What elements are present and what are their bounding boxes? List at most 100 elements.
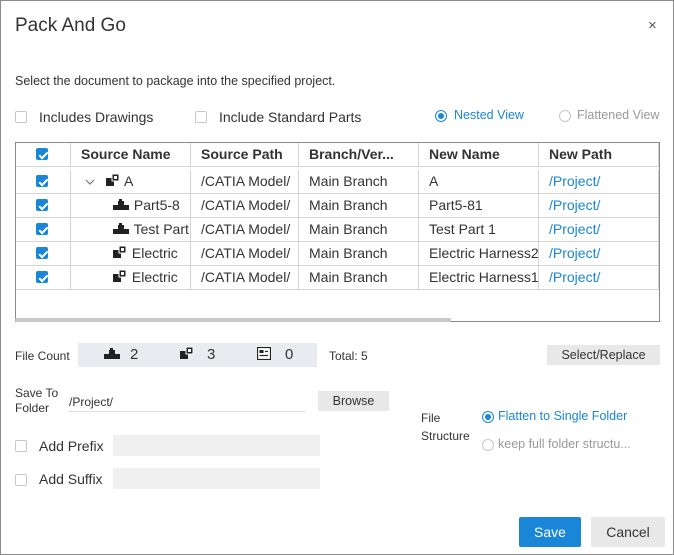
keep-folder-structure-label[interactable]: keep full folder structu...	[498, 437, 631, 451]
row-checkbox[interactable]	[36, 271, 48, 283]
save-to-label-line1: Save To	[15, 386, 59, 400]
browse-button[interactable]: Browse	[318, 391, 389, 411]
row-checkbox[interactable]	[36, 199, 48, 211]
source-name-cell: Electric	[71, 266, 191, 289]
source-name-text: Electric	[131, 245, 178, 261]
select-all-checkbox[interactable]	[36, 148, 48, 160]
row-select-cell	[16, 266, 71, 289]
chevron-down-icon[interactable]	[85, 171, 95, 193]
branch-cell: Main Branch	[299, 242, 419, 265]
pack-and-go-dialog: Pack And Go × Select the document to pac…	[0, 0, 674, 555]
new-path-link[interactable]: /Project/	[539, 266, 659, 289]
new-name-cell[interactable]: Test Part 1	[419, 218, 539, 241]
table-row[interactable]: A /CATIA Model/ Main Branch A /Project/	[16, 170, 659, 194]
save-button[interactable]: Save	[519, 517, 581, 547]
column-source-path[interactable]: Source Path	[191, 143, 299, 166]
new-name-cell[interactable]: Part5-81	[419, 194, 539, 217]
branch-cell: Main Branch	[299, 218, 419, 241]
file-structure-label-line2: Structure	[421, 429, 470, 443]
include-standard-parts-label: Include Standard Parts	[219, 109, 362, 125]
row-select-cell	[16, 170, 71, 193]
new-path-link[interactable]: /Project/	[539, 218, 659, 241]
add-suffix-label: Add Suffix	[39, 471, 103, 487]
table-row[interactable]: Part5-8 /CATIA Model/ Main Branch Part5-…	[16, 194, 659, 218]
nested-view-label[interactable]: Nested View	[454, 108, 524, 122]
column-source-name[interactable]: Source Name	[71, 143, 191, 166]
source-name-cell: Electric	[71, 242, 191, 265]
new-path-link[interactable]: /Project/	[539, 194, 659, 217]
row-checkbox[interactable]	[36, 223, 48, 235]
add-prefix-label: Add Prefix	[39, 438, 104, 454]
part-icon	[112, 219, 130, 241]
column-new-name[interactable]: New Name	[419, 143, 539, 166]
drawings-count: 0	[285, 346, 294, 363]
includes-drawings-checkbox[interactable]	[15, 111, 27, 123]
close-icon[interactable]: ×	[648, 17, 657, 34]
table-row[interactable]: Electric /CATIA Model/ Main Branch Elect…	[16, 242, 659, 266]
table-header: Source Name Source Path Branch/Ver... Ne…	[16, 143, 659, 167]
dialog-description: Select the document to package into the …	[15, 74, 336, 88]
files-table: Source Name Source Path Branch/Ver... Ne…	[15, 142, 660, 322]
new-name-cell[interactable]: A	[419, 170, 539, 193]
total-count: Total: 5	[329, 349, 368, 363]
add-prefix-checkbox[interactable]	[15, 440, 27, 452]
assemblies-count: 3	[207, 346, 216, 363]
row-select-cell	[16, 194, 71, 217]
parts-count: 2	[130, 346, 139, 363]
flattened-view-radio[interactable]	[559, 110, 571, 122]
table-horizontal-scrollbar[interactable]	[15, 318, 451, 322]
flatten-single-folder-label[interactable]: Flatten to Single Folder	[498, 409, 627, 423]
suffix-input[interactable]	[113, 468, 320, 489]
file-count-label: File Count	[15, 349, 70, 363]
branch-cell: Main Branch	[299, 194, 419, 217]
branch-cell: Main Branch	[299, 170, 419, 193]
assembly-icon	[105, 171, 121, 193]
part-icon	[103, 347, 121, 365]
source-name-text: A	[124, 173, 134, 189]
source-path-cell: /CATIA Model/	[191, 170, 299, 193]
column-new-path[interactable]: New Path	[539, 143, 659, 166]
source-path-cell: /CATIA Model/	[191, 242, 299, 265]
new-path-link[interactable]: /Project/	[539, 242, 659, 265]
part-icon	[112, 195, 130, 217]
file-structure-label-line1: File	[421, 411, 441, 425]
table-row[interactable]: Test Part /CATIA Model/ Main Branch Test…	[16, 218, 659, 242]
branch-cell: Main Branch	[299, 266, 419, 289]
source-name-cell: A	[71, 170, 191, 193]
source-name-cell: Test Part	[71, 218, 191, 241]
column-branch-version[interactable]: Branch/Ver...	[299, 143, 419, 166]
source-name-text: Part5-8	[133, 197, 180, 213]
save-folder-path[interactable]: /Project/	[69, 395, 306, 412]
add-suffix-checkbox[interactable]	[15, 474, 27, 486]
dialog-title: Pack And Go	[15, 15, 126, 36]
source-path-cell: /CATIA Model/	[191, 218, 299, 241]
new-name-cell[interactable]: Electric Harness2	[419, 242, 539, 265]
nested-view-radio[interactable]	[435, 110, 447, 122]
prefix-input[interactable]	[113, 435, 320, 456]
assembly-icon	[112, 267, 128, 289]
source-name-text: Electric	[131, 269, 178, 285]
cancel-button[interactable]: Cancel	[591, 517, 665, 547]
new-path-link[interactable]: /Project/	[539, 170, 659, 193]
row-checkbox[interactable]	[36, 175, 48, 187]
row-select-cell	[16, 242, 71, 265]
header-select-all-cell	[16, 143, 71, 166]
file-structure-label: File Structure	[421, 409, 470, 445]
source-name-cell: Part5-8	[71, 194, 191, 217]
table-row[interactable]: Electric /CATIA Model/ Main Branch Elect…	[16, 266, 659, 290]
include-standard-parts-checkbox[interactable]	[195, 111, 207, 123]
flatten-single-folder-radio[interactable]	[482, 411, 494, 423]
keep-folder-structure-radio[interactable]	[482, 439, 494, 451]
new-name-cell[interactable]: Electric Harness1	[419, 266, 539, 289]
flattened-view-label[interactable]: Flattened View	[577, 108, 659, 122]
source-path-cell: /CATIA Model/	[191, 266, 299, 289]
row-checkbox[interactable]	[36, 247, 48, 259]
assembly-icon	[179, 346, 195, 365]
assembly-icon	[112, 243, 128, 265]
source-path-cell: /CATIA Model/	[191, 194, 299, 217]
row-select-cell	[16, 218, 71, 241]
source-name-text: Test Part	[133, 221, 189, 237]
save-to-label-line2: Folder	[15, 401, 50, 415]
save-to-folder-label: Save To Folder	[15, 386, 58, 416]
select-replace-button[interactable]: Select/Replace	[547, 345, 660, 365]
